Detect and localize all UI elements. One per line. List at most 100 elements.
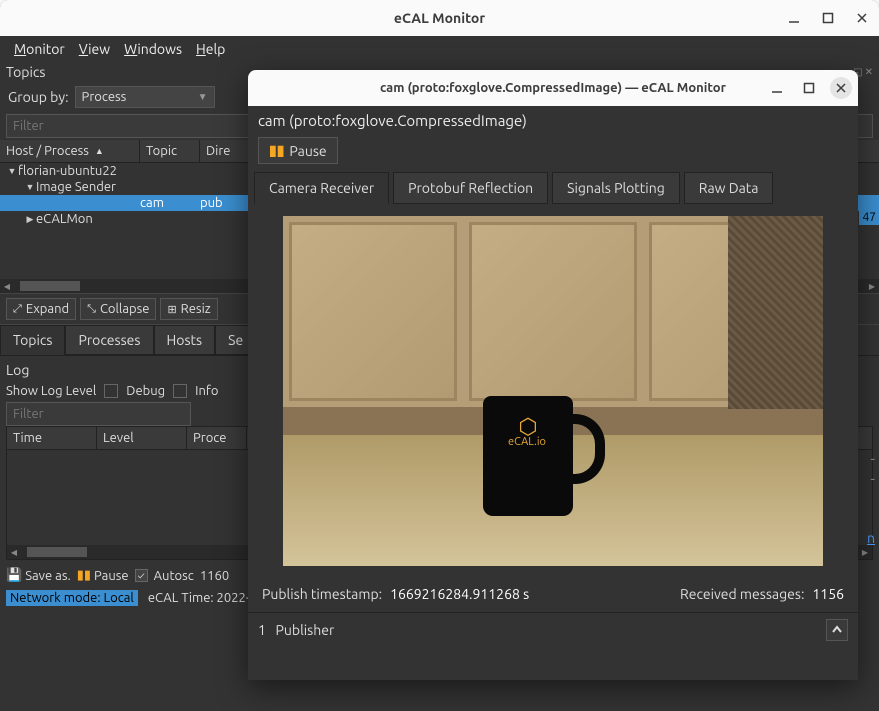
publish-timestamp-value: 1669216284.911268 s (390, 586, 529, 602)
menu-help[interactable]: Help (190, 38, 231, 60)
tree-item-label: eCALMon (36, 212, 176, 226)
publisher-count: 1 (258, 622, 266, 638)
scroll-right-icon[interactable]: ▶ (865, 279, 879, 293)
menu-view[interactable]: View (73, 38, 116, 60)
mug-body: ⬡ eCAL.io (483, 396, 573, 516)
menu-monitor[interactable]: Monitor (8, 38, 71, 60)
log-filter-input[interactable] (6, 402, 191, 426)
main-window-controls (783, 7, 873, 29)
image-area: ⬡ eCAL.io (248, 204, 858, 578)
mug-handle (565, 414, 605, 484)
child-minimize-button[interactable] (766, 77, 788, 99)
close-icon (855, 11, 869, 25)
tree-col-host[interactable]: Host / Process ▲ (0, 140, 140, 162)
child-titlebar: cam (proto:foxglove.CompressedImage) — e… (248, 70, 858, 106)
mug-text: eCAL.io (497, 436, 557, 448)
right-dash: - (870, 470, 875, 488)
image-basket (728, 216, 823, 409)
scroll-left-icon[interactable]: ◀ (0, 279, 14, 293)
log-col-level[interactable]: Level (97, 427, 187, 449)
logo-graphic-icon: ⬡ (497, 420, 557, 434)
groupby-label: Group by: (8, 89, 69, 105)
child-statusbar: 1 Publisher (248, 612, 858, 647)
maximize-icon (821, 11, 835, 25)
right-link[interactable]: n (867, 530, 875, 546)
publish-timestamp-label: Publish timestamp: (262, 586, 382, 602)
selection-badge: 47 (859, 210, 879, 225)
main-title: eCAL Monitor (394, 10, 485, 26)
expand-icon: ⤢ (13, 303, 22, 316)
received-messages-label: Received messages: (680, 586, 804, 602)
tree-item-label: Image Sender (36, 180, 176, 194)
image-footer: Publish timestamp: 1669216284.911268 s R… (248, 578, 858, 612)
tab-protobuf-reflection[interactable]: Protobuf Reflection (393, 172, 548, 204)
collapse-icon: ⤡ (87, 303, 96, 316)
log-col-process[interactable]: Proce (187, 427, 247, 449)
resize-button[interactable]: ⊞Resiz (160, 298, 217, 320)
chevron-down-icon: ▼ (198, 91, 208, 103)
debug-checkbox[interactable] (104, 384, 118, 398)
chevron-up-icon (831, 624, 843, 636)
pause-row: ▮▮ Pause (248, 135, 858, 172)
expand-button[interactable]: ⤢Expand (6, 298, 76, 320)
tab-processes[interactable]: Processes (65, 325, 153, 355)
mug-logo: ⬡ eCAL.io (497, 420, 557, 448)
maximize-button[interactable] (817, 7, 839, 29)
child-window-controls (766, 77, 852, 99)
publisher-label: Publisher (276, 622, 335, 638)
groupby-dropdown[interactable]: Process ▼ (75, 86, 215, 108)
tree-host-label: florian-ubuntu22 (18, 164, 158, 178)
close-icon (834, 81, 848, 95)
pause-logs-button[interactable]: ▮▮Pause (77, 568, 129, 583)
child-close-button[interactable] (830, 77, 852, 99)
save-as-button[interactable]: 💾Save as. (6, 568, 71, 583)
camera-viewer-window: cam (proto:foxglove.CompressedImage) — e… (248, 70, 858, 680)
resize-icon: ⊞ (167, 303, 176, 316)
scroll-right-icon[interactable]: ▶ (858, 545, 872, 559)
tree-col-direction[interactable]: Dire (200, 140, 250, 162)
sort-asc-icon: ▲ (95, 146, 104, 156)
child-subtitle: cam (proto:foxglove.CompressedImage) (248, 106, 858, 135)
cabinet-panel (469, 222, 637, 401)
autoscroll-checkbox[interactable]: ✓ (135, 569, 148, 582)
expand-arrow-icon[interactable]: ▼ (24, 182, 36, 192)
child-tabs: Camera Receiver Protobuf Reflection Sign… (248, 172, 858, 204)
scroll-thumb[interactable] (20, 281, 80, 291)
collapse-button[interactable]: ⤡Collapse (80, 298, 156, 320)
received-messages-value: 1156 (812, 586, 844, 602)
show-log-level-label: Show Log Level (6, 384, 96, 398)
camera-image: ⬡ eCAL.io (283, 216, 823, 566)
close-button[interactable] (851, 7, 873, 29)
tab-raw-data[interactable]: Raw Data (684, 172, 774, 204)
panel-close-icon[interactable]: ✕ (865, 66, 873, 78)
image-mug: ⬡ eCAL.io (483, 396, 603, 536)
tab-topics[interactable]: Topics (0, 325, 65, 355)
info-checkbox[interactable] (173, 384, 187, 398)
collapse-arrow-icon[interactable]: ▶ (24, 214, 36, 225)
pause-icon: ▮▮ (269, 142, 284, 159)
scroll-thumb[interactable] (27, 547, 87, 557)
pause-stream-button[interactable]: ▮▮ Pause (258, 137, 338, 164)
minimize-button[interactable] (783, 7, 805, 29)
tree-cam-topic: cam (140, 196, 200, 210)
debug-label: Debug (126, 384, 165, 398)
minimize-icon (770, 81, 784, 95)
tab-signals-plotting[interactable]: Signals Plotting (552, 172, 680, 204)
topics-label: Topics (6, 64, 45, 80)
tab-camera-receiver[interactable]: Camera Receiver (254, 172, 389, 204)
network-mode-badge: Network mode: Local (6, 590, 138, 606)
tab-hosts[interactable]: Hosts (154, 325, 216, 355)
log-count: 1160 (200, 569, 229, 583)
log-col-time[interactable]: Time (7, 427, 97, 449)
menubar: Monitor View Windows Help (0, 36, 879, 62)
cabinet-panel (289, 222, 457, 401)
scroll-left-icon[interactable]: ◀ (7, 545, 21, 559)
tree-col-topic[interactable]: Topic (140, 140, 200, 162)
scroll-to-top-button[interactable] (826, 619, 848, 641)
autoscroll-label: Autosc (154, 569, 194, 583)
expand-arrow-icon[interactable]: ▼ (6, 166, 18, 176)
child-title: cam (proto:foxglove.CompressedImage) — e… (380, 81, 726, 95)
menu-windows[interactable]: Windows (118, 38, 188, 60)
child-maximize-button[interactable] (798, 77, 820, 99)
pause-icon: ▮▮ (77, 568, 91, 583)
